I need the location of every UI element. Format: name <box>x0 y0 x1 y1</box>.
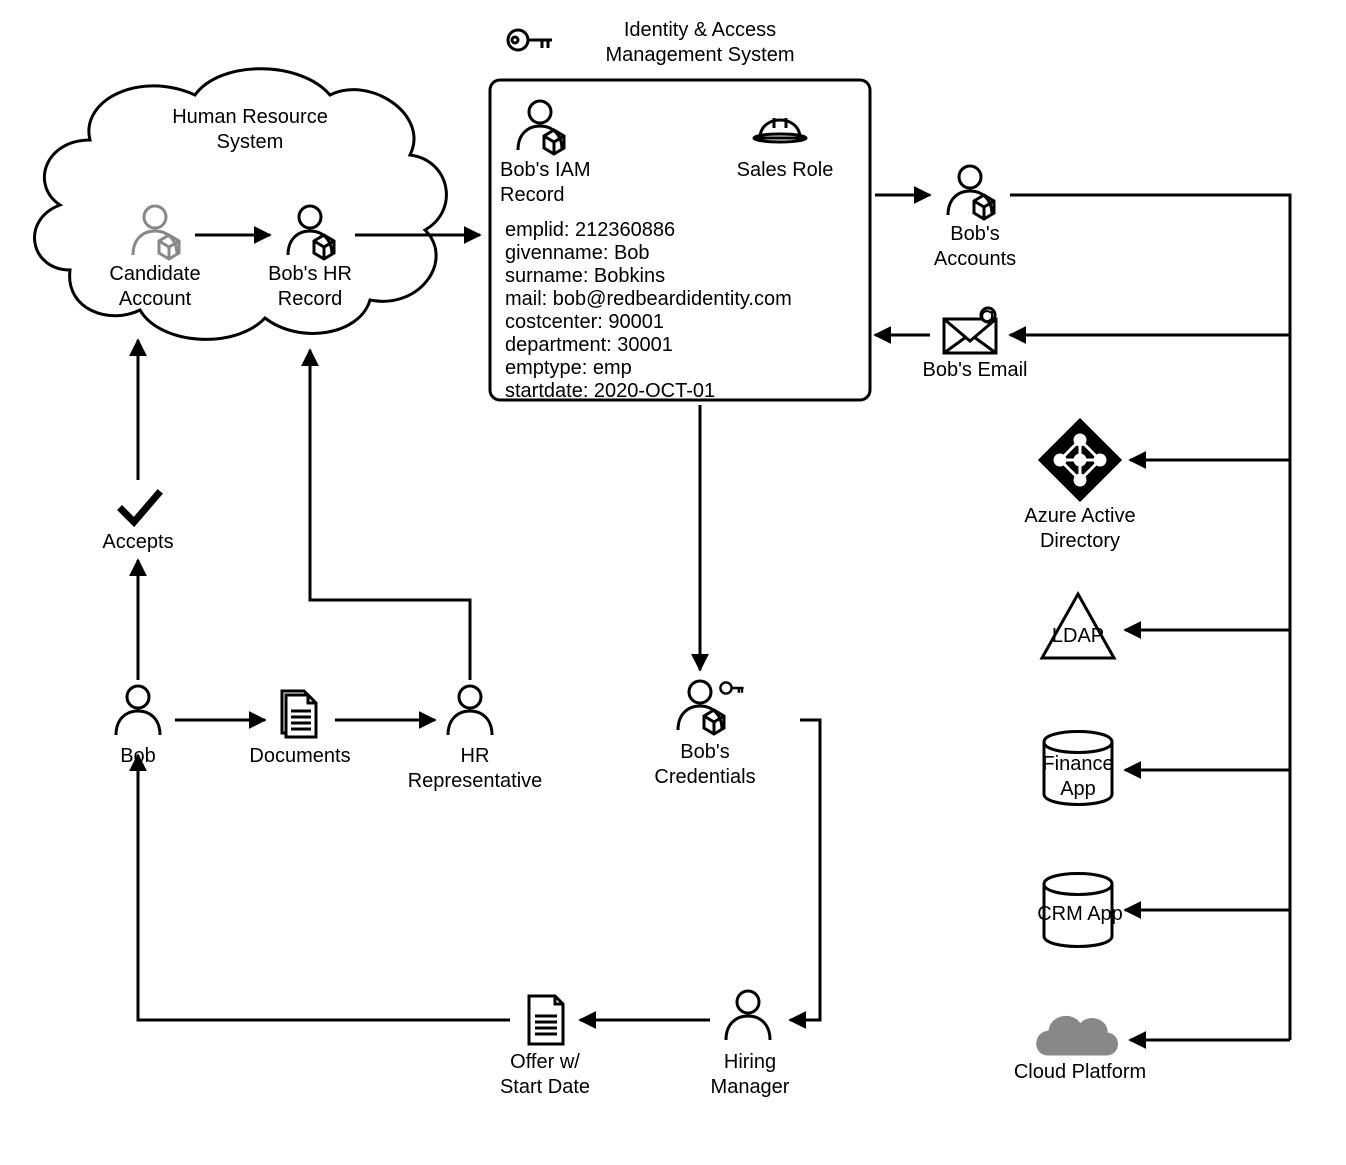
label-hr-rep: HR Representative <box>400 744 550 794</box>
check-icon <box>122 494 158 522</box>
label-credentials: Bob's Credentials <box>640 740 770 790</box>
label-iam-record: Bob's IAM Record <box>500 158 620 208</box>
cloud-icon <box>1038 1017 1117 1054</box>
label-accepts: Accepts <box>98 530 178 555</box>
azure-ad-icon <box>1040 420 1120 500</box>
label-crm: CRM App <box>1030 902 1130 927</box>
key-icon <box>508 30 552 50</box>
label-bob: Bob <box>108 744 168 769</box>
label-documents: Documents <box>240 744 360 769</box>
hr-system-title: Human Resource System <box>150 105 350 155</box>
label-accounts: Bob's Accounts <box>915 222 1035 272</box>
label-sales-role: Sales Role <box>720 158 850 183</box>
iam-attr-6: emptype: emp <box>505 356 632 381</box>
iam-attr-2: surname: Bobkins <box>505 264 665 289</box>
documents-icon <box>282 691 316 737</box>
iam-attr-5: department: 30001 <box>505 333 673 358</box>
iam-attr-1: givenname: Bob <box>505 241 650 266</box>
diagram-canvas: Identity & Access Management System Huma… <box>0 0 1346 1165</box>
iam-title: Identity & Access Management System <box>570 18 830 68</box>
user-icon <box>726 991 770 1040</box>
label-finance: Finance App <box>1038 752 1118 802</box>
label-cloud-platform: Cloud Platform <box>1000 1060 1160 1085</box>
user-pkg-icon <box>948 166 994 219</box>
label-hr-record: Bob's HR Record <box>250 262 370 312</box>
user-key-icon <box>678 681 744 734</box>
label-candidate-account: Candidate Account <box>95 262 215 312</box>
user-icon <box>448 686 492 735</box>
svg-drawing-layer <box>0 0 1346 1165</box>
document-icon <box>529 996 563 1044</box>
label-email: Bob's Email <box>910 358 1040 383</box>
arrow <box>310 350 470 680</box>
label-offer: Offer w/ Start Date <box>480 1050 610 1100</box>
iam-attr-4: costcenter: 90001 <box>505 310 664 335</box>
label-ldap: LDAP <box>1048 624 1108 649</box>
user-icon <box>116 686 160 735</box>
arrow <box>138 755 510 1020</box>
label-hiring-manager: Hiring Manager <box>690 1050 810 1100</box>
arrow <box>790 720 820 1020</box>
iam-attr-3: mail: bob@redbeardidentity.com <box>505 287 792 312</box>
iam-attr-0: emplid: 212360886 <box>505 218 675 243</box>
email-icon <box>944 308 996 353</box>
label-aad: Azure Active Directory <box>1010 504 1150 554</box>
iam-attr-7: startdate: 2020-OCT-01 <box>505 379 715 404</box>
